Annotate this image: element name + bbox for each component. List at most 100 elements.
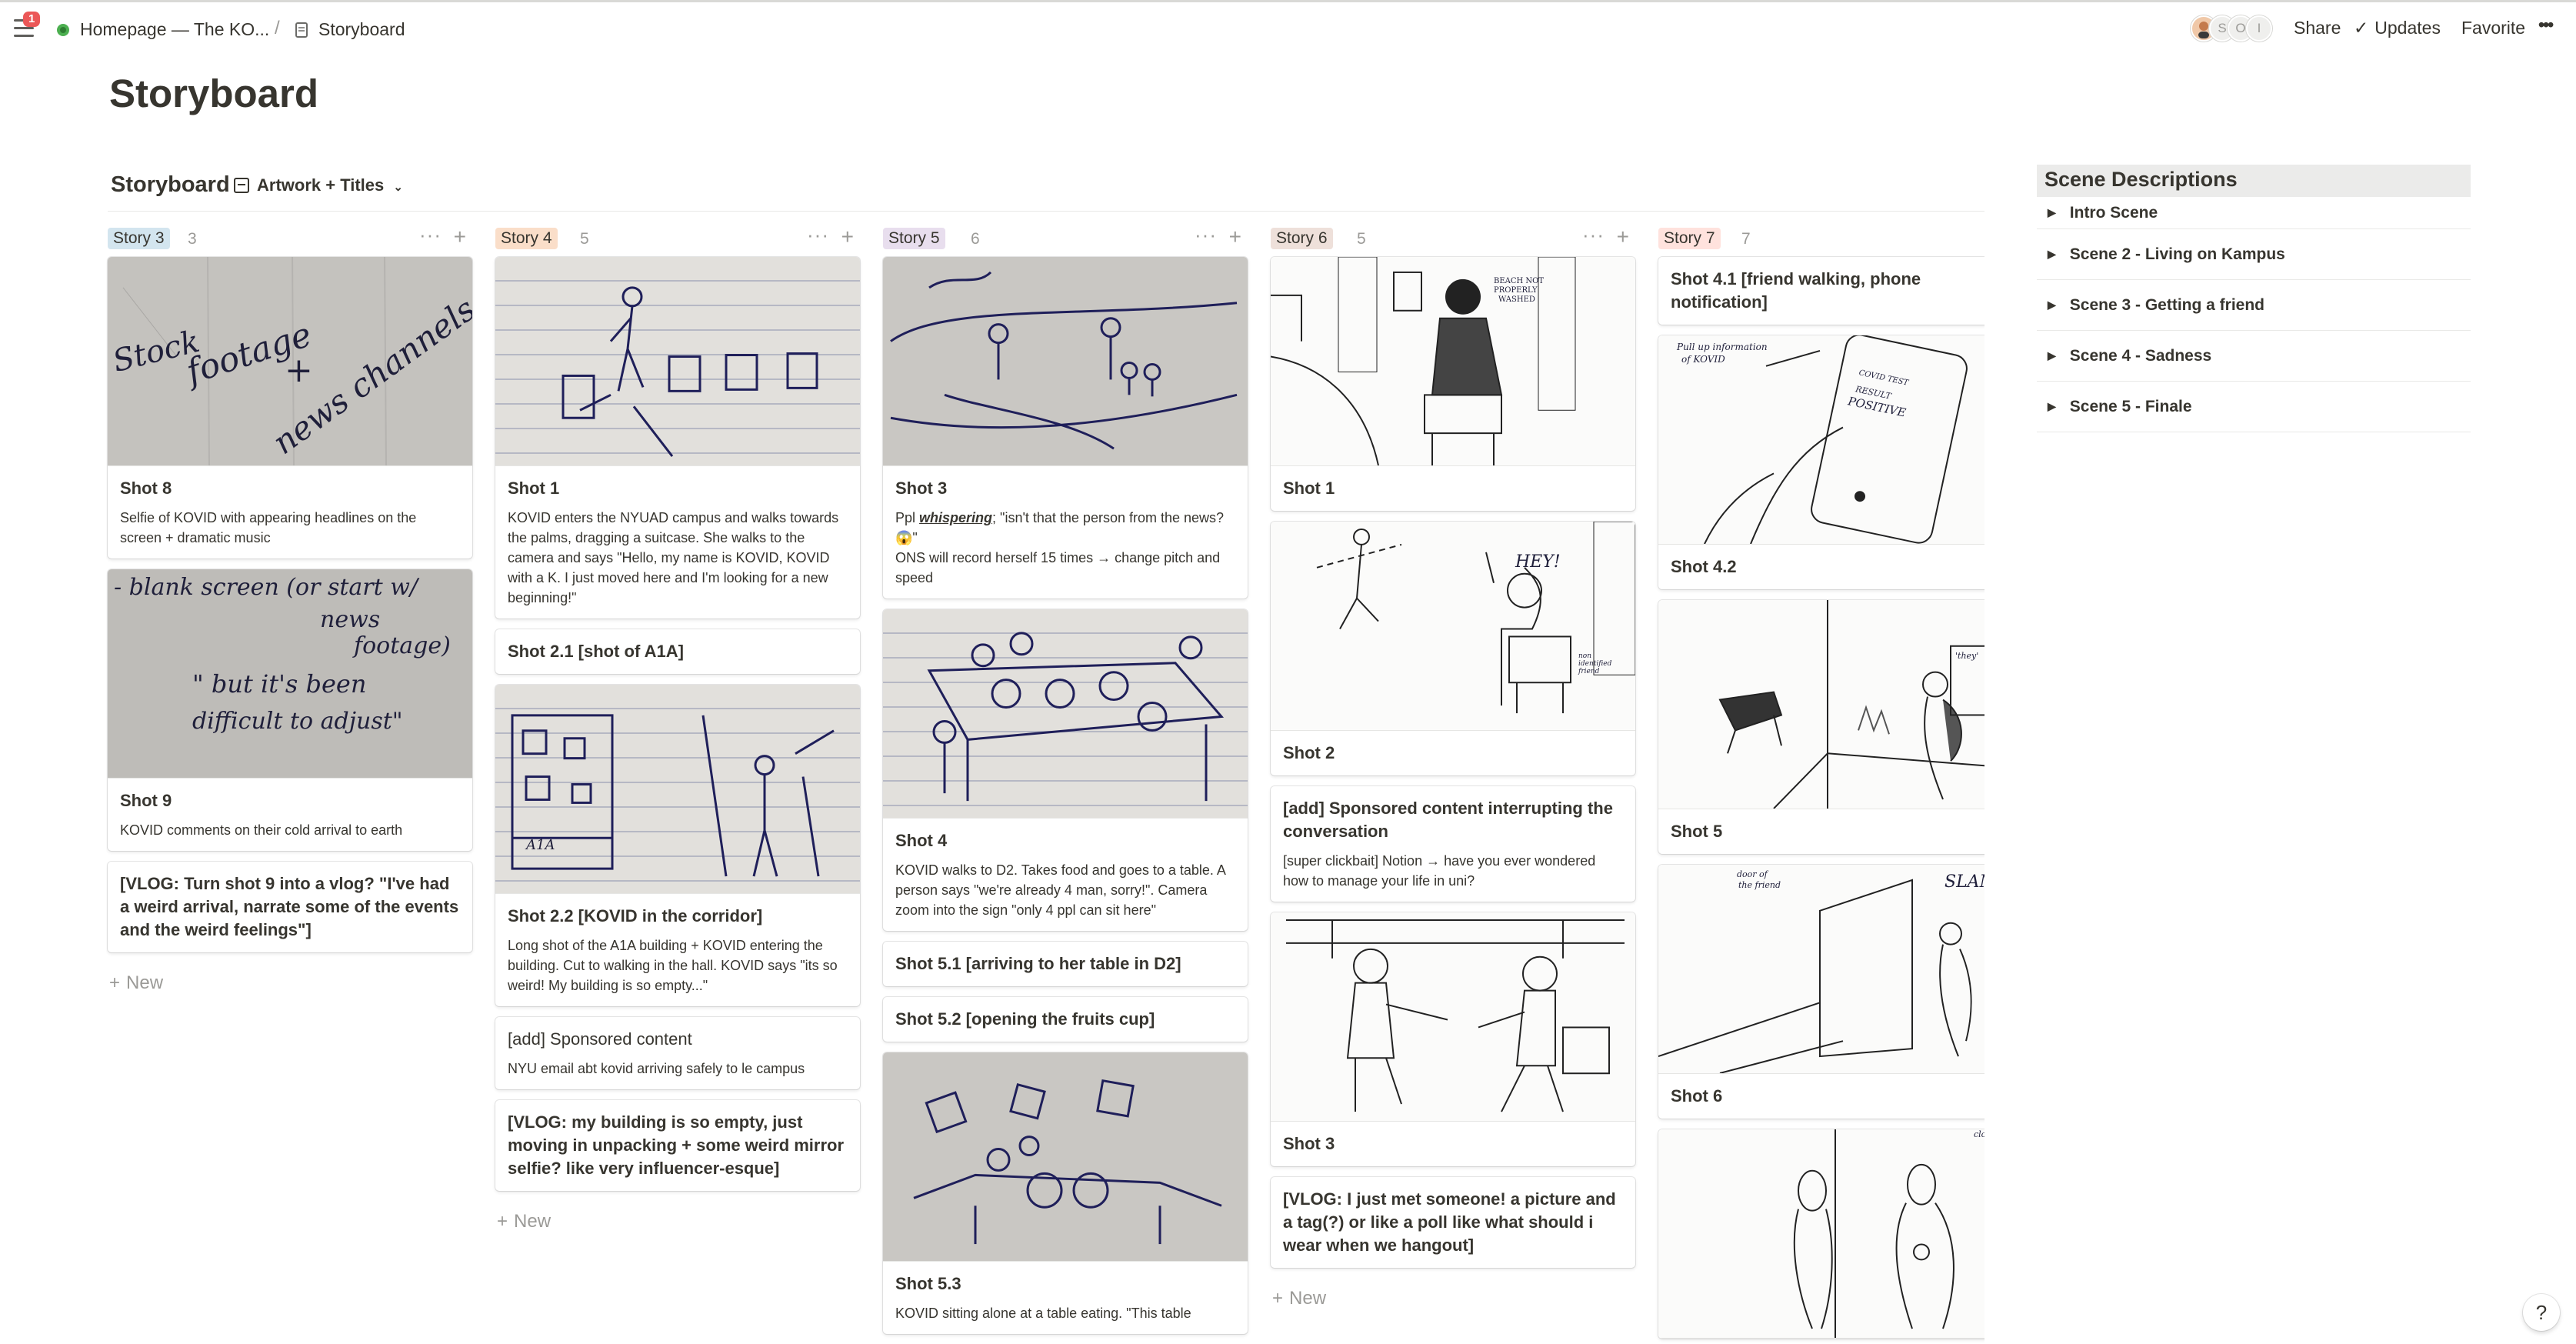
scene-toggle-label: Scene 5 - Finale xyxy=(2069,397,2192,415)
column-label[interactable]: Story 3 xyxy=(108,228,170,249)
card-description: KOVID walks to D2. Takes food and goes t… xyxy=(895,862,1225,918)
gallery-view-icon xyxy=(234,178,249,193)
card[interactable]: Pull up information of KOVID COVID TEST … xyxy=(1658,335,1984,589)
check-icon: ✓ xyxy=(2354,18,2369,38)
card-title: Shot 5.2 [opening the fruits cup] xyxy=(895,1009,1155,1029)
column-label[interactable]: Story 5 xyxy=(883,228,945,249)
add-card-icon[interactable]: + xyxy=(841,225,854,249)
favorite-button[interactable]: Favorite xyxy=(2461,18,2525,38)
card-artwork: 'they' xyxy=(1658,600,1984,809)
card-artwork: - blank screen (or start w/ news footage… xyxy=(108,569,472,779)
card[interactable]: Shot 3 Ppl whispering; "isn't that the p… xyxy=(883,257,1248,599)
share-button[interactable]: Share xyxy=(2294,18,2341,38)
breadcrumb-current-label: Storyboard xyxy=(318,19,405,39)
card-title: Shot 3 xyxy=(1283,1134,1335,1153)
add-card-icon[interactable]: + xyxy=(454,225,466,249)
scene-toggle-label: Scene 4 - Sadness xyxy=(2069,346,2212,365)
card-artwork xyxy=(883,609,1248,819)
column-options-icon[interactable]: ··· xyxy=(1195,223,1217,247)
card[interactable]: Shot 5.3 KOVID sitting alone at a table … xyxy=(883,1052,1248,1334)
card[interactable]: A1A Shot 2.2 [KOVID in the corridor] Lon… xyxy=(495,685,860,1006)
caret-right-icon[interactable]: ▶ xyxy=(2048,206,2056,219)
artwork-text: PROPERLY xyxy=(1494,286,1538,295)
card[interactable]: Shot 5.1 [arriving to her table in D2] xyxy=(883,942,1248,986)
card[interactable]: HEY! non identified friend Shot 2 xyxy=(1271,522,1635,775)
collaborator-avatars[interactable]: S O I xyxy=(2191,15,2275,43)
help-button[interactable]: ? xyxy=(2523,1294,2560,1331)
card-artwork: close the xyxy=(1658,1129,1984,1339)
scene-toggle[interactable]: ▶ Scene 2 - Living on Kampus xyxy=(2037,229,2471,280)
column-label[interactable]: Story 6 xyxy=(1271,228,1333,249)
column-count: 3 xyxy=(188,230,197,248)
card[interactable]: Shot 5.2 [opening the fruits cup] xyxy=(883,997,1248,1042)
avatar[interactable]: I xyxy=(2246,15,2272,42)
card-title: [add] Sponsored content xyxy=(508,1029,692,1049)
caret-right-icon[interactable]: ▶ xyxy=(2048,349,2056,362)
view-title[interactable]: Storyboard xyxy=(111,172,230,198)
card[interactable]: [VLOG: my building is so empty, just mov… xyxy=(495,1100,860,1191)
card[interactable]: Shot 2.1 [shot of A1A] xyxy=(495,629,860,674)
column-header: Story 6 5 ··· + xyxy=(1271,223,1635,257)
card-title: Shot 1 xyxy=(1283,479,1335,498)
card[interactable]: - blank screen (or start w/ news footage… xyxy=(108,569,472,851)
page-title[interactable]: Storyboard xyxy=(109,71,318,116)
scene-toggle[interactable]: ▶ Scene 3 - Getting a friend xyxy=(2037,280,2471,331)
card[interactable]: BEACH NOT PROPERLY WASHED Shot 1 xyxy=(1271,257,1635,511)
add-card-icon[interactable]: + xyxy=(1229,225,1241,249)
caret-right-icon[interactable]: ▶ xyxy=(2048,248,2056,261)
card[interactable]: [VLOG: I just met someone! a picture and… xyxy=(1271,1177,1635,1268)
card-artwork xyxy=(495,257,860,466)
card[interactable]: [add] Sponsored content interrupting the… xyxy=(1271,786,1635,902)
new-card-button[interactable]: + New xyxy=(1271,1279,1635,1309)
caret-right-icon[interactable]: ▶ xyxy=(2048,298,2056,312)
card[interactable]: door of the friend SLAM Shot 6 xyxy=(1658,865,1984,1119)
card[interactable]: [add] Sponsored content NYU email abt ko… xyxy=(495,1017,860,1089)
new-card-label: New xyxy=(1289,1288,1327,1309)
column-label[interactable]: Story 4 xyxy=(495,228,558,249)
more-options-icon[interactable]: ••• xyxy=(2538,15,2554,35)
artwork-text: non xyxy=(1578,652,1592,660)
card-title: [add] Sponsored content interrupting the… xyxy=(1283,799,1613,841)
artwork-text: footage) xyxy=(354,632,451,659)
scene-toggle[interactable]: ▶ Intro Scene xyxy=(2037,197,2471,229)
artwork-text: news xyxy=(320,606,381,633)
card[interactable]: Shot 1 KOVID enters the NYUAD campus and… xyxy=(495,257,860,619)
column-label[interactable]: Story 7 xyxy=(1658,228,1721,249)
new-card-button[interactable]: + New xyxy=(108,963,472,994)
updates-button[interactable]: ✓ Updates xyxy=(2354,18,2441,38)
notification-badge: 1 xyxy=(23,12,41,27)
artwork-text: of KOVID xyxy=(1681,354,1725,365)
artwork-text: WASHED xyxy=(1498,295,1535,304)
card[interactable]: Shot 4.1 [friend walking, phone notifica… xyxy=(1658,257,1984,325)
caret-right-icon[interactable]: ▶ xyxy=(2048,400,2056,413)
artwork-text: - blank screen (or start w/ xyxy=(114,574,418,601)
scene-descriptions: Scene Descriptions ▶ Intro Scene ▶ Scene 2… xyxy=(2037,165,2471,432)
view-layout-switcher[interactable]: Artwork + Titles ⌄ xyxy=(234,175,403,195)
card[interactable]: Shot 3 xyxy=(1271,912,1635,1166)
add-card-icon[interactable]: + xyxy=(1617,225,1629,249)
card[interactable]: close the xyxy=(1658,1129,1984,1339)
plus-icon: + xyxy=(497,1211,508,1232)
new-card-button[interactable]: + New xyxy=(495,1202,860,1232)
column-options-icon[interactable]: ··· xyxy=(807,223,829,247)
column-options-icon[interactable]: ··· xyxy=(1582,223,1605,247)
board-column-story-7: Story 7 7 ··· Shot 4.1 [friend walking, … xyxy=(1658,223,1984,1344)
scene-toggle[interactable]: ▶ Scene 4 - Sadness xyxy=(2037,331,2471,382)
artwork-text: " but it's been xyxy=(192,669,367,699)
breadcrumb-home[interactable]: Homepage — The KO... xyxy=(55,19,269,40)
divider xyxy=(108,211,1984,212)
card[interactable]: [VLOG: Turn shot 9 into a vlog? "I've ha… xyxy=(108,862,472,952)
column-options-icon[interactable]: ··· xyxy=(419,223,442,247)
breadcrumb-home-label: Homepage — The KO... xyxy=(80,19,270,39)
artwork-text: A1A xyxy=(526,837,555,853)
card-title: Shot 6 xyxy=(1671,1086,1723,1106)
card-title: Shot 8 xyxy=(120,479,172,498)
artwork-text: identified xyxy=(1578,660,1612,668)
card[interactable]: Shot 4 KOVID walks to D2. Takes food and… xyxy=(883,609,1248,931)
card-title: Shot 4.1 [friend walking, phone notifica… xyxy=(1671,269,1921,312)
breadcrumb-current[interactable]: Storyboard xyxy=(294,19,405,40)
view-layout-label: Artwork + Titles xyxy=(257,175,385,195)
card[interactable]: 'they' Shot 5 xyxy=(1658,600,1984,854)
scene-toggle[interactable]: ▶ Scene 5 - Finale xyxy=(2037,382,2471,432)
card[interactable]: Stock footage + news channels Shot 8 Sel… xyxy=(108,257,472,559)
